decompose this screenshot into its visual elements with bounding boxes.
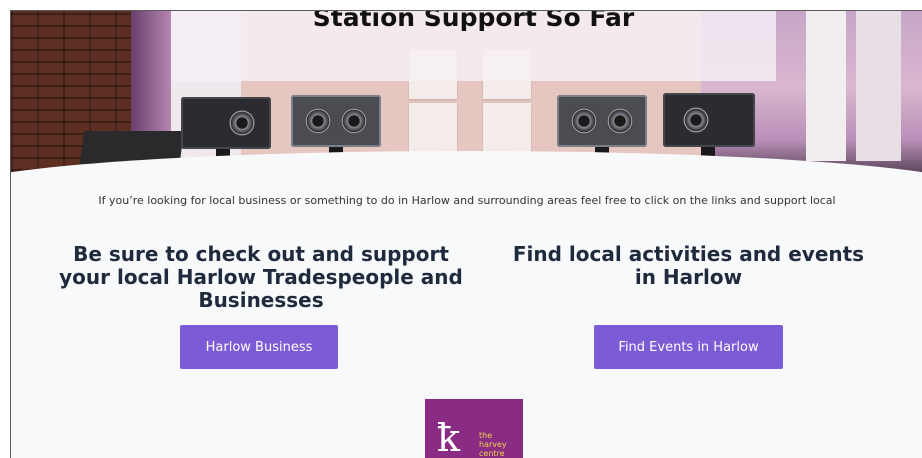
- speaker-image: [557, 95, 647, 147]
- hero-banner: Station Support So Far: [11, 11, 922, 183]
- acoustic-panel: [409, 103, 457, 153]
- acoustic-panel: [483, 103, 531, 153]
- harvey-centre-logo-mark: ꝁ: [437, 416, 461, 458]
- logo-line: harvey: [479, 440, 507, 449]
- logo-line: the: [479, 431, 493, 440]
- speaker-image: [663, 93, 755, 147]
- find-events-button[interactable]: Find Events in Harlow: [594, 325, 783, 369]
- speaker-image: [291, 95, 381, 147]
- business-heading: Be sure to check out and support your lo…: [59, 242, 463, 312]
- hero-title: Station Support So Far: [312, 11, 635, 32]
- harlow-business-button[interactable]: Harlow Business: [180, 325, 338, 369]
- page-frame: Station Support So Far If you’re looking…: [10, 10, 922, 458]
- harvey-centre-logo-text: the harvey centre: [479, 431, 507, 458]
- speaker-image: [181, 97, 271, 149]
- wall-panel: [806, 11, 846, 161]
- harvey-centre-logo[interactable]: ꝁ the harvey centre: [425, 399, 523, 458]
- wall-panel: [856, 11, 901, 161]
- intro-text: If you’re looking for local business or …: [98, 194, 836, 207]
- events-heading: Find local activities and events in Harl…: [512, 242, 865, 289]
